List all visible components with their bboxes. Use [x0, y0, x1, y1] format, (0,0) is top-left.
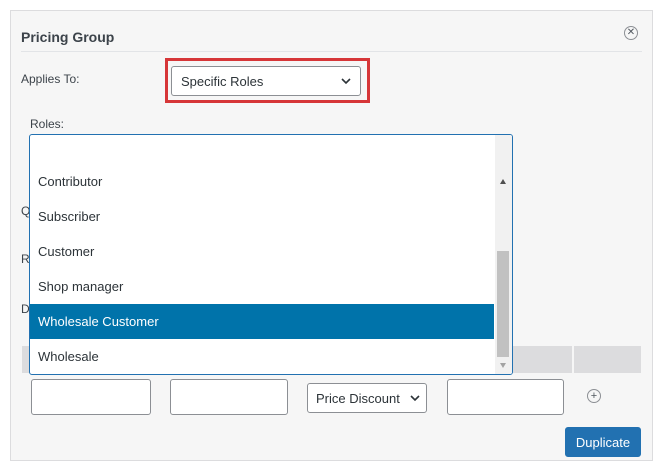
header-divider — [572, 346, 574, 373]
discount-type-value: Price Discount — [316, 390, 400, 406]
listbox-scrollbar[interactable] — [495, 135, 512, 374]
applies-to-select[interactable]: Specific Roles — [171, 66, 361, 96]
rule-input-2[interactable] — [170, 379, 288, 415]
rule-input-1[interactable] — [31, 379, 151, 415]
rule-input-value[interactable] — [447, 379, 564, 415]
applies-to-value: Specific Roles — [181, 73, 264, 89]
panel-title: Pricing Group — [21, 29, 115, 45]
roles-listbox[interactable]: Contributor Subscriber Customer Shop man… — [29, 134, 513, 375]
discount-type-select[interactable]: Price Discount — [307, 383, 427, 413]
roles-label: Roles: — [30, 117, 65, 131]
role-option[interactable]: Subscriber — [30, 199, 494, 234]
scroll-up-icon[interactable] — [500, 179, 506, 184]
title-divider — [21, 51, 642, 52]
applies-to-label: Applies To: — [21, 72, 80, 86]
role-option[interactable]: Shop manager — [30, 269, 494, 304]
scrollbar-thumb[interactable] — [497, 251, 509, 357]
role-option[interactable]: Customer — [30, 234, 494, 269]
duplicate-button[interactable]: Duplicate — [565, 427, 641, 457]
chevron-down-icon — [341, 78, 351, 85]
role-option[interactable]: Contributor — [30, 164, 494, 199]
add-rule-icon[interactable]: + — [587, 389, 601, 403]
role-option[interactable]: Wholesale — [30, 339, 494, 374]
chevron-down-icon — [410, 395, 420, 402]
close-icon[interactable]: ✕ — [624, 26, 638, 40]
role-option-selected[interactable]: Wholesale Customer — [30, 304, 494, 339]
scroll-down-icon[interactable] — [500, 363, 506, 368]
